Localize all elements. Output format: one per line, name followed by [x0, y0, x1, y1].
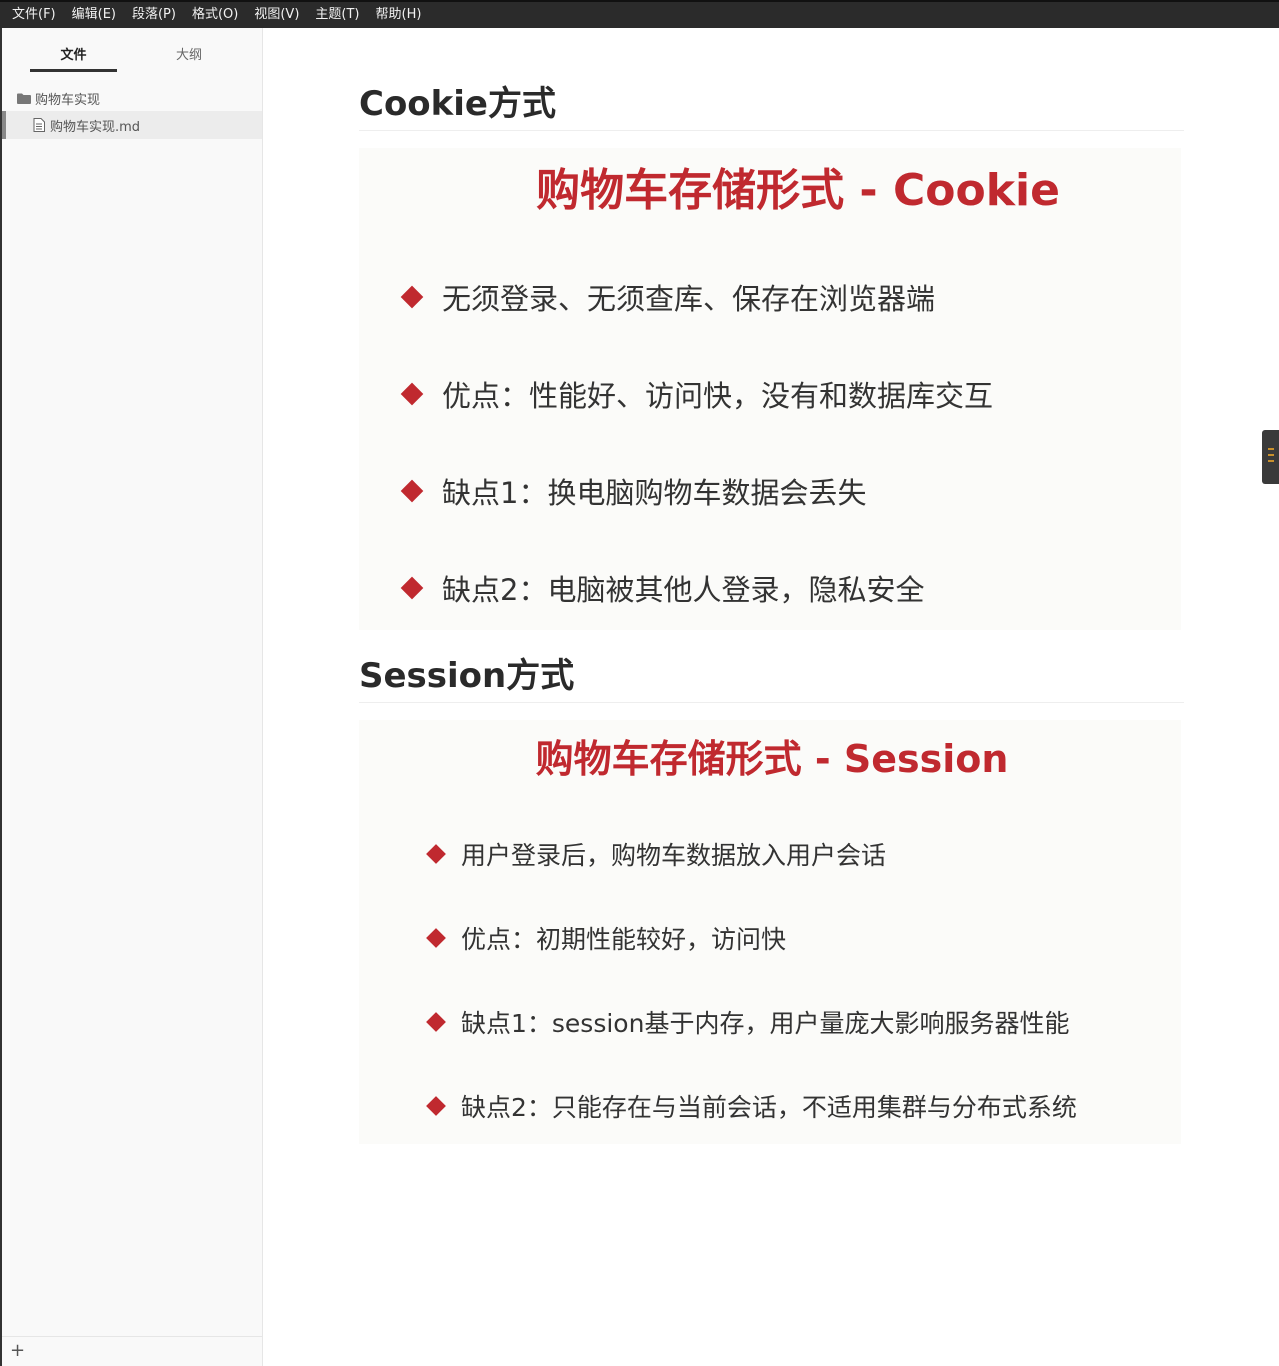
menu-format[interactable]: 格式(O) — [184, 2, 246, 28]
sidebar: 文件 大纲 购物车实现 购物车实现.md + — [2, 28, 263, 1366]
menu-help[interactable]: 帮助(H) — [368, 2, 430, 28]
scroll-handle[interactable] — [1262, 430, 1279, 484]
file-label: 购物车实现.md — [50, 119, 141, 135]
menu-edit[interactable]: 编辑(E) — [64, 2, 124, 28]
cookie-bullet: 优点：性能好、访问快，没有和数据库交互 — [400, 373, 994, 415]
session-slide-image: 购物车存储形式 - Session 用户登录后，购物车数据放入用户会话 优点：初… — [359, 720, 1181, 1144]
file-icon — [33, 118, 45, 132]
tab-outline[interactable]: 大纲 — [144, 44, 234, 63]
add-button[interactable]: + — [10, 1341, 25, 1361]
active-tab-indicator — [30, 69, 117, 72]
folder-label: 购物车实现 — [35, 92, 101, 108]
diamond-icon — [426, 928, 446, 948]
cookie-slide-title: 购物车存储形式 - Cookie — [536, 165, 1060, 216]
session-bullet: 优点：初期性能较好，访问快 — [426, 920, 787, 956]
folder-icon — [17, 93, 31, 104]
diamond-icon — [400, 382, 424, 406]
cookie-bullet: 无须登录、无须查库、保存在浏览器端 — [400, 276, 936, 318]
tab-files[interactable]: 文件 — [30, 44, 117, 63]
cookie-bullet: 缺点1：换电脑购物车数据会丢失 — [400, 470, 867, 512]
session-bullet-text: 优点：初期性能较好，访问快 — [461, 925, 787, 954]
diamond-icon — [400, 479, 424, 503]
diamond-icon — [400, 285, 424, 309]
tree-file-selected[interactable]: 购物车实现.md — [2, 111, 262, 139]
diamond-icon — [426, 844, 446, 864]
cookie-bullet: 缺点2：电脑被其他人登录，隐私安全 — [400, 567, 925, 609]
session-bullet-text: 缺点1：session基于内存，用户量庞大影响服务器性能 — [461, 1009, 1070, 1038]
editor[interactable]: Cookie方式 购物车存储形式 - Cookie 无须登录、无须查库、保存在浏… — [263, 28, 1279, 1366]
sidebar-footer: + — [2, 1336, 262, 1366]
cookie-bullet-text: 缺点2：电脑被其他人登录，隐私安全 — [442, 573, 925, 607]
session-bullet: 缺点2：只能存在与当前会话，不适用集群与分布式系统 — [426, 1088, 1077, 1124]
menu-bar: 文件(F) 编辑(E) 段落(P) 格式(O) 视图(V) 主题(T) 帮助(H… — [0, 0, 1279, 28]
cookie-bullet-text: 优点：性能好、访问快，没有和数据库交互 — [442, 379, 994, 413]
session-bullet: 用户登录后，购物车数据放入用户会话 — [426, 836, 887, 872]
selection-indicator — [2, 111, 6, 139]
diamond-icon — [400, 576, 424, 600]
diamond-icon — [426, 1012, 446, 1032]
tree-folder[interactable]: 购物车实现 — [2, 84, 262, 112]
handle-mark — [1268, 448, 1274, 450]
handle-mark — [1268, 460, 1274, 462]
cookie-slide-image: 购物车存储形式 - Cookie 无须登录、无须查库、保存在浏览器端 优点：性能… — [359, 148, 1181, 630]
session-bullet-text: 缺点2：只能存在与当前会话，不适用集群与分布式系统 — [461, 1093, 1077, 1122]
menu-paragraph[interactable]: 段落(P) — [124, 2, 184, 28]
heading-session: Session方式 — [359, 648, 1184, 703]
diamond-icon — [426, 1096, 446, 1116]
cookie-bullet-text: 无须登录、无须查库、保存在浏览器端 — [442, 282, 936, 316]
menu-file[interactable]: 文件(F) — [4, 2, 64, 28]
sidebar-tabs: 文件 大纲 — [2, 28, 262, 84]
handle-mark — [1268, 454, 1274, 456]
cookie-bullet-text: 缺点1：换电脑购物车数据会丢失 — [442, 476, 867, 510]
menu-view[interactable]: 视图(V) — [246, 2, 307, 28]
session-slide-title: 购物车存储形式 - Session — [535, 737, 1009, 781]
session-bullet-text: 用户登录后，购物车数据放入用户会话 — [461, 841, 887, 870]
menu-theme[interactable]: 主题(T) — [307, 2, 367, 28]
session-bullet: 缺点1：session基于内存，用户量庞大影响服务器性能 — [426, 1004, 1070, 1040]
heading-cookie: Cookie方式 — [359, 76, 1184, 131]
